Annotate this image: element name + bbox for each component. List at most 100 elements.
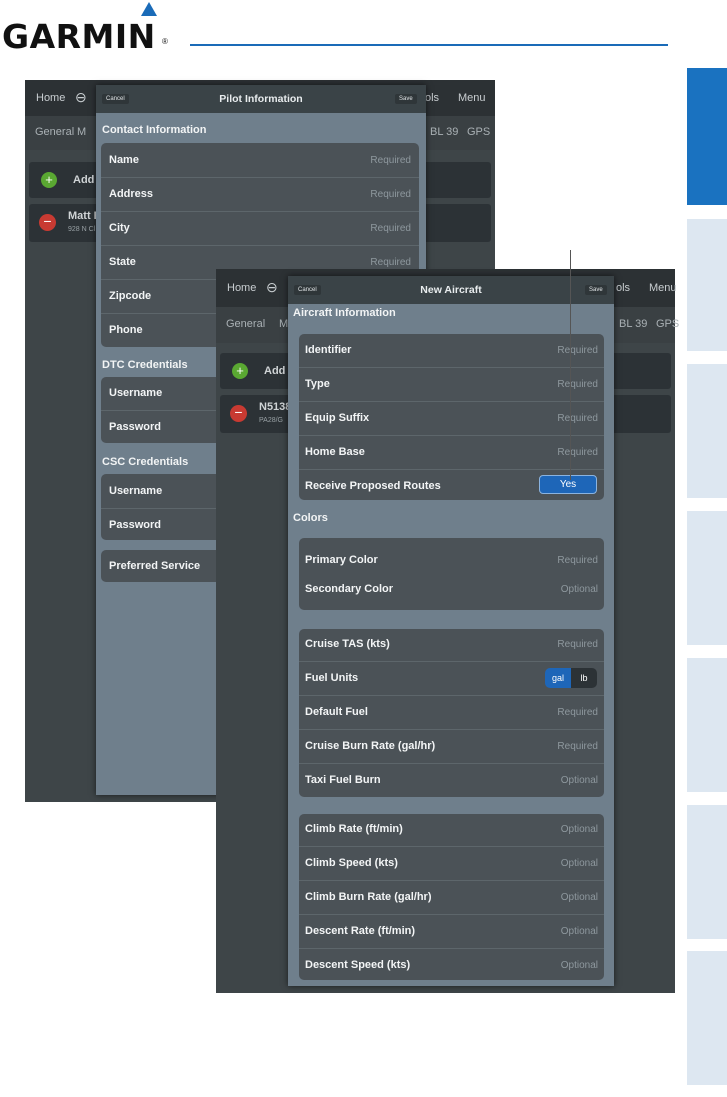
menu-button[interactable]: Menu bbox=[458, 92, 486, 104]
cancel-button[interactable]: Cancel bbox=[294, 285, 321, 295]
divider bbox=[299, 401, 604, 402]
receive-routes-label: Receive Proposed Routes bbox=[305, 480, 441, 492]
primary-color-field[interactable]: Required bbox=[557, 555, 598, 566]
descent-speed-label: Descent Speed (kts) bbox=[305, 959, 411, 971]
climb-rate-field[interactable]: Optional bbox=[561, 824, 598, 835]
side-tab-5[interactable] bbox=[687, 658, 727, 792]
divider bbox=[101, 211, 419, 212]
identifier-field[interactable]: Required bbox=[557, 345, 598, 356]
address-field[interactable]: Required bbox=[370, 189, 411, 200]
divider bbox=[299, 948, 604, 949]
zipcode-label: Zipcode bbox=[109, 290, 152, 302]
climb-speed-field[interactable]: Optional bbox=[561, 858, 598, 869]
climb-group: Climb Rate (ft/min) Optional Climb Speed… bbox=[299, 814, 604, 980]
side-tab-6[interactable] bbox=[687, 805, 727, 939]
add-icon[interactable]: + bbox=[41, 172, 57, 188]
climb-burn-label: Climb Burn Rate (gal/hr) bbox=[305, 891, 432, 903]
dtc-username-label[interactable]: Username bbox=[109, 387, 162, 399]
dtc-password-label[interactable]: Password bbox=[109, 421, 161, 433]
state-label: State bbox=[109, 256, 136, 268]
divider bbox=[299, 914, 604, 915]
contact-header: Contact Information bbox=[102, 124, 207, 136]
delete-icon[interactable]: − bbox=[39, 214, 56, 231]
flight-plan-icon[interactable]: ⊖ bbox=[266, 279, 278, 296]
name-label: Name bbox=[109, 154, 139, 166]
divider bbox=[101, 177, 419, 178]
side-tab-1[interactable] bbox=[687, 68, 727, 205]
new-aircraft-modal: New Aircraft Cancel Save Aircraft Inform… bbox=[288, 276, 614, 986]
side-tab-7[interactable] bbox=[687, 951, 727, 1085]
csc-header: CSC Credentials bbox=[102, 456, 189, 468]
tools-button[interactable]: ols bbox=[425, 92, 439, 104]
aircraft-type: PA28/G bbox=[259, 417, 283, 424]
type-field[interactable]: Required bbox=[557, 379, 598, 390]
cruise-tas-label: Cruise TAS (kts) bbox=[305, 638, 390, 650]
home-base-label: Home Base bbox=[305, 446, 365, 458]
taxi-fuel-label: Taxi Fuel Burn bbox=[305, 774, 381, 786]
secondary-color-field[interactable]: Optional bbox=[561, 584, 598, 595]
garmin-logo: GARMIN bbox=[2, 17, 156, 56]
add-label[interactable]: Add bbox=[264, 365, 285, 377]
divider bbox=[299, 469, 604, 470]
address-label: Address bbox=[109, 188, 154, 200]
home-button[interactable]: Home bbox=[227, 282, 256, 294]
home-base-field[interactable]: Required bbox=[557, 447, 598, 458]
delete-icon[interactable]: − bbox=[230, 405, 247, 422]
csc-password-label[interactable]: Password bbox=[109, 519, 161, 531]
divider bbox=[299, 846, 604, 847]
default-fuel-field[interactable]: Required bbox=[557, 707, 598, 718]
tools-button[interactable]: ols bbox=[616, 282, 630, 294]
name-field[interactable]: Required bbox=[370, 155, 411, 166]
receive-routes-toggle[interactable]: Yes bbox=[539, 475, 597, 494]
primary-color-label: Primary Color bbox=[305, 554, 378, 566]
tab-gps[interactable]: GPS bbox=[467, 126, 490, 138]
tab-m[interactable]: M bbox=[77, 126, 86, 138]
save-button[interactable]: Save bbox=[395, 94, 417, 104]
fuel-units-toggle[interactable]: gal lb bbox=[545, 668, 597, 688]
side-tab-4[interactable] bbox=[687, 511, 727, 645]
descent-speed-field[interactable]: Optional bbox=[561, 960, 598, 971]
home-button[interactable]: Home bbox=[36, 92, 65, 104]
equip-suffix-field[interactable]: Required bbox=[557, 413, 598, 424]
divider bbox=[299, 763, 604, 764]
fuel-units-gal[interactable]: gal bbox=[545, 668, 571, 688]
pilot-address: 928 N Cl bbox=[68, 226, 96, 233]
default-fuel-label: Default Fuel bbox=[305, 706, 368, 718]
aircraft-info-group: Identifier Required Type Required Equip … bbox=[299, 334, 604, 500]
aircraft-id: N5138 bbox=[259, 401, 292, 413]
equip-suffix-label: Equip Suffix bbox=[305, 412, 370, 424]
garmin-triangle-icon bbox=[141, 2, 157, 16]
add-label[interactable]: Add bbox=[73, 174, 94, 186]
type-label: Type bbox=[305, 378, 330, 390]
tab-general[interactable]: General bbox=[35, 126, 74, 138]
secondary-color-label: Secondary Color bbox=[305, 583, 394, 595]
dtc-header: DTC Credentials bbox=[102, 359, 188, 371]
side-tab-2[interactable] bbox=[687, 219, 727, 351]
tab-bl[interactable]: BL 39 bbox=[619, 318, 647, 330]
tab-general[interactable]: General bbox=[226, 318, 265, 330]
save-button[interactable]: Save bbox=[585, 285, 607, 295]
cancel-button[interactable]: Cancel bbox=[102, 94, 129, 104]
tab-gps[interactable]: GPS bbox=[656, 318, 679, 330]
cruise-tas-field[interactable]: Required bbox=[557, 639, 598, 650]
taxi-fuel-field[interactable]: Optional bbox=[561, 775, 598, 786]
add-icon[interactable]: + bbox=[232, 363, 248, 379]
csc-username-label[interactable]: Username bbox=[109, 485, 162, 497]
city-field[interactable]: Required bbox=[370, 223, 411, 234]
climb-burn-field[interactable]: Optional bbox=[561, 892, 598, 903]
side-tab-3[interactable] bbox=[687, 364, 727, 498]
fuel-units-lb[interactable]: lb bbox=[571, 668, 597, 688]
state-field[interactable]: Required bbox=[370, 257, 411, 268]
climb-speed-label: Climb Speed (kts) bbox=[305, 857, 398, 869]
divider bbox=[299, 367, 604, 368]
menu-button[interactable]: Menu bbox=[649, 282, 677, 294]
header-rule bbox=[190, 44, 668, 46]
descent-rate-field[interactable]: Optional bbox=[561, 926, 598, 937]
registered-mark: ® bbox=[162, 37, 168, 46]
flight-plan-icon[interactable]: ⊖ bbox=[75, 89, 87, 106]
cruise-burn-field[interactable]: Required bbox=[557, 741, 598, 752]
tab-m[interactable]: M bbox=[279, 318, 288, 330]
identifier-label: Identifier bbox=[305, 344, 352, 356]
divider bbox=[299, 661, 604, 662]
tab-bl[interactable]: BL 39 bbox=[430, 126, 458, 138]
